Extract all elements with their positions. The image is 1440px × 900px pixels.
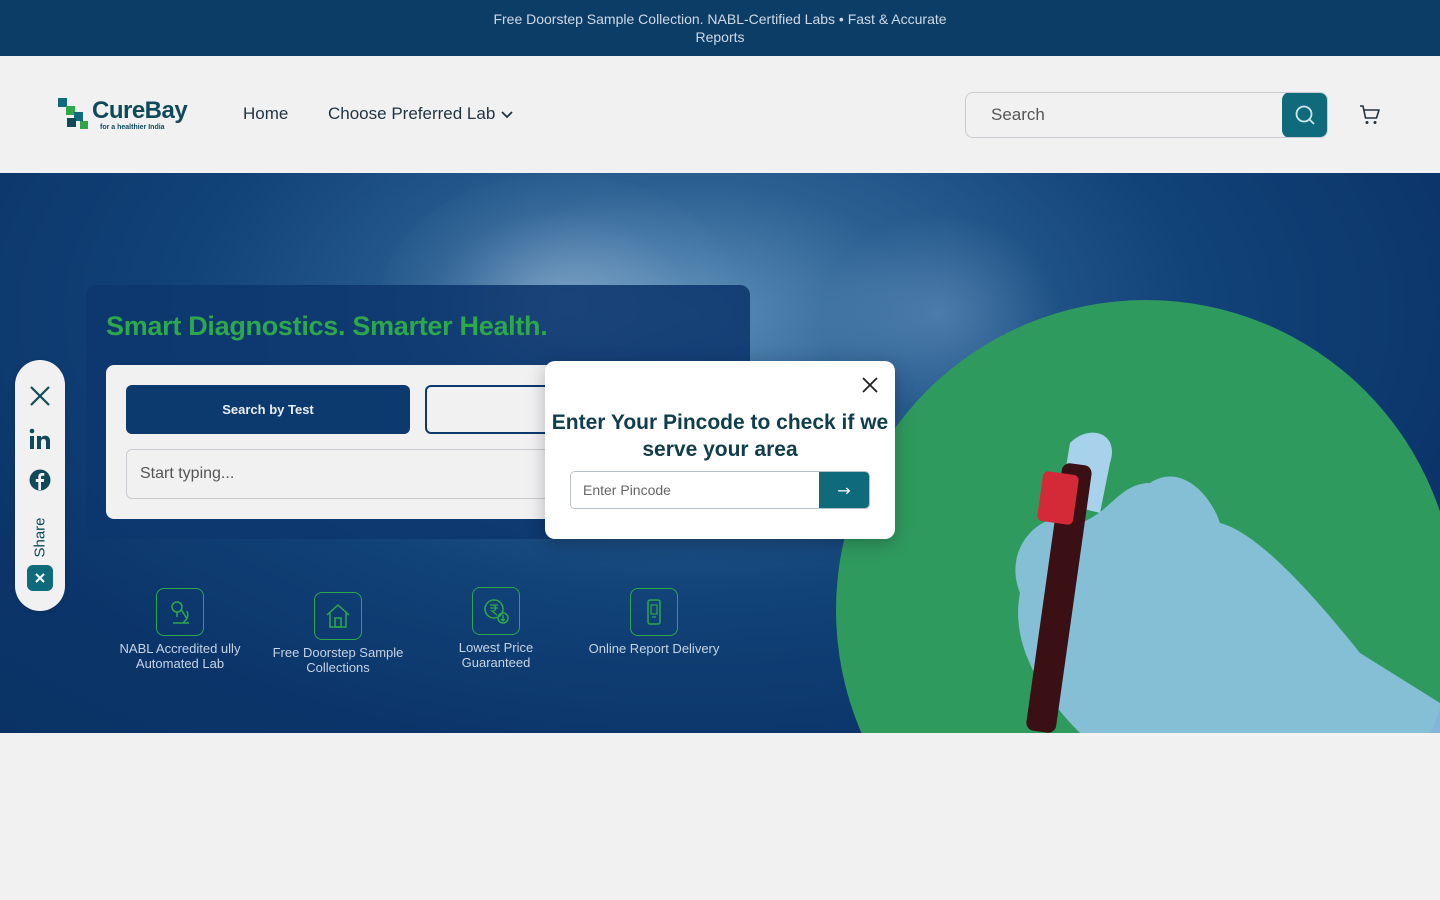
page-content-area [0,733,1440,900]
modal-close-button[interactable] [861,376,879,394]
logo-tagline: for a healthier India [100,124,165,131]
pincode-modal: Enter Your Pincode to check if we serve … [545,361,895,539]
feature-doorstep-label: Free Doorstep Sample Collections [272,645,404,675]
phone-report-icon [630,588,678,636]
tab-search-by-test[interactable]: Search by Test [126,385,410,434]
announcement-bar: Free Doorstep Sample Collection. NABL-Ce… [0,0,1440,56]
logo[interactable]: CureBay for a healthier India [58,97,188,132]
modal-title: Enter Your Pincode to check if we serve … [551,411,889,461]
pincode-input[interactable] [571,472,821,508]
feature-price-label: Lowest Price Guaranteed [458,640,534,670]
linkedin-icon[interactable] [28,427,52,451]
cart-button[interactable] [1359,104,1381,131]
feature-doorstep: Free Doorstep Sample Collections [268,592,408,675]
site-header: CureBay for a healthier India Home Choos… [0,56,1440,173]
feature-price: Lowest Price Guaranteed [426,587,566,670]
share-close-button[interactable] [27,565,53,591]
rupee-icon [472,587,520,635]
microscope-icon [156,588,204,636]
close-icon [862,377,878,393]
search-button[interactable] [1282,93,1327,137]
announcement-text: Free Doorstep Sample Collection. NABL-Ce… [493,11,947,45]
header-search [965,92,1328,138]
facebook-icon[interactable] [28,468,52,492]
logo-name: CureBay [92,97,188,124]
share-label: Share [31,516,49,558]
nav-choose-lab-label: Choose Preferred Lab [328,104,496,123]
feature-report: Online Report Delivery [584,588,724,656]
blood-tube-image [1015,432,1440,733]
x-icon[interactable] [28,384,52,408]
share-rail: Share [15,360,65,611]
feature-nabl: NABL Accredited ully Automated Lab [110,588,250,671]
pincode-submit-button[interactable]: → [819,472,869,508]
hero-title: Smart Diagnostics. Smarter Health. [106,311,548,341]
nav-choose-lab-dropdown[interactable]: Choose Preferred Lab [328,104,513,124]
chevron-down-icon [501,111,513,119]
pincode-form: → [570,471,870,509]
logo-mark-icon [58,98,90,130]
cart-icon [1360,105,1380,124]
nav-home-link[interactable]: Home [243,104,288,124]
search-icon [1295,105,1315,125]
feature-nabl-label: NABL Accredited ully Automated Lab [119,641,241,671]
feature-report-label: Online Report Delivery [588,641,720,656]
header-search-input[interactable] [966,93,1283,137]
home-icon [314,592,362,640]
close-icon [35,573,45,583]
